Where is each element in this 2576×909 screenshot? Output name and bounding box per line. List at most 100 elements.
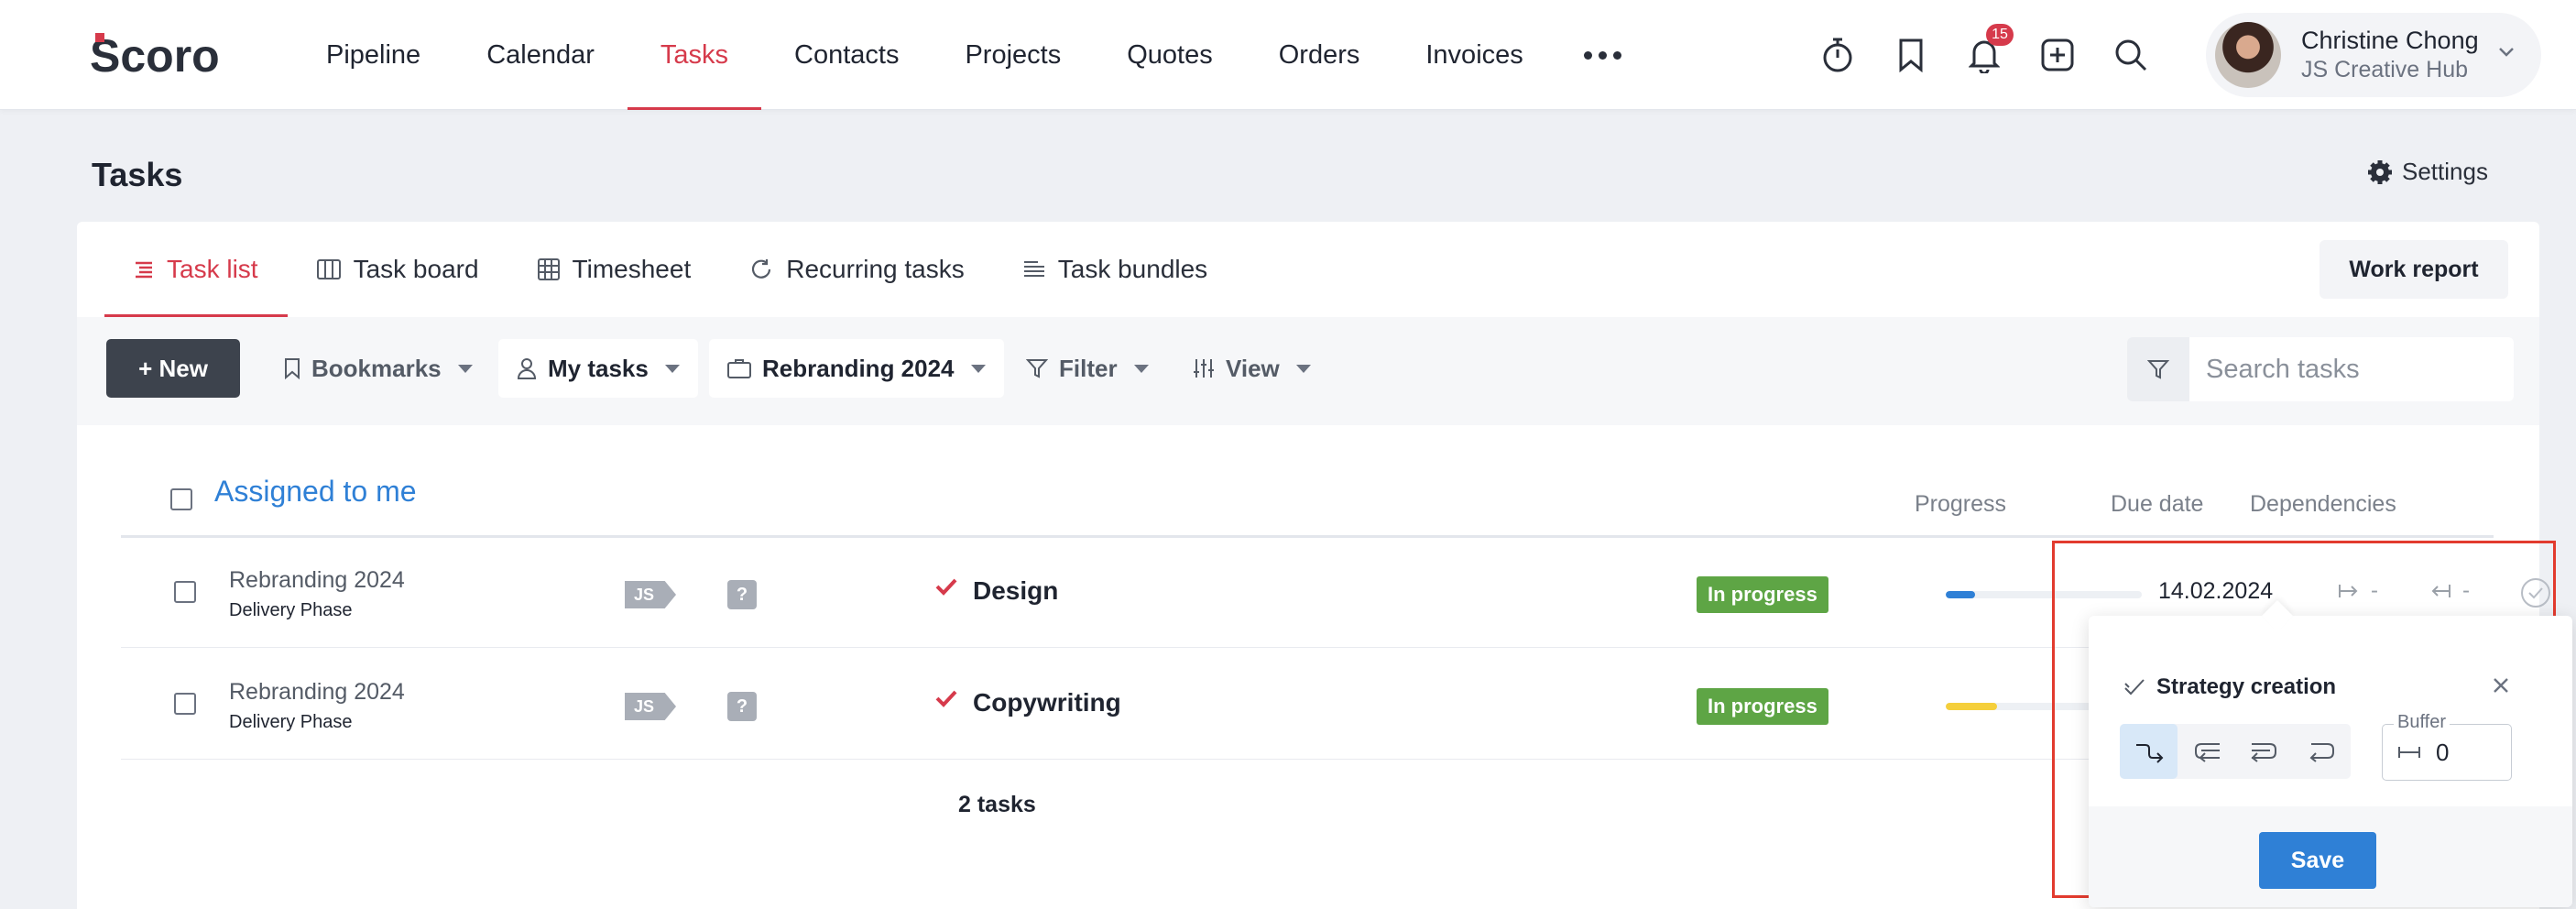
project-label: Rebranding 2024 (762, 354, 955, 382)
status-badge[interactable]: In progress (1697, 688, 1828, 725)
task-check-icon[interactable] (934, 688, 958, 710)
view-label: View (1226, 354, 1280, 382)
tab-label: Timesheet (572, 255, 692, 283)
my-tasks-dropdown[interactable]: My tasks (498, 339, 698, 398)
group-title[interactable]: Assigned to me (214, 475, 417, 509)
row-project[interactable]: Rebranding 2024 (229, 679, 405, 706)
avatar (2215, 22, 2281, 88)
group-header: Assigned to me Progress Due date Depende… (77, 462, 2539, 520)
bookmarks-label: Bookmarks (311, 354, 442, 382)
column-header-progress[interactable]: Progress (1915, 491, 2006, 518)
bookmark-icon[interactable] (1889, 33, 1933, 77)
settings-label: Settings (2402, 158, 2488, 185)
row-checkbox[interactable] (174, 693, 196, 715)
tab-label: Recurring tasks (786, 255, 965, 283)
tab-timesheet[interactable]: Timesheet (508, 222, 721, 317)
popover-title: Strategy creation (2123, 674, 2336, 700)
nav-invoices[interactable]: Invoices (1392, 0, 1555, 110)
add-icon[interactable] (2036, 33, 2079, 77)
dependency-type-selector (2120, 724, 2351, 779)
finish-to-start-icon[interactable] (2120, 724, 2178, 779)
search-filter-button[interactable] (2127, 337, 2189, 401)
search-input[interactable] (2189, 337, 2510, 401)
row-phase: Delivery Phase (229, 712, 353, 732)
project-dropdown[interactable]: Rebranding 2024 (709, 339, 1004, 398)
caret-down-icon (1133, 364, 1149, 373)
task-name[interactable]: Copywriting (973, 688, 1121, 717)
user-menu[interactable]: Christine Chong JS Creative Hub (2206, 13, 2541, 97)
row-checkbox[interactable] (174, 581, 196, 603)
tab-label: Task board (353, 255, 479, 283)
row-project[interactable]: Rebranding 2024 (229, 567, 405, 594)
close-icon[interactable] (2492, 676, 2510, 695)
tab-task-list[interactable]: Task list (104, 222, 288, 317)
notification-count-badge: 15 (1986, 24, 2014, 46)
chevron-down-icon (2499, 48, 2514, 57)
buffer-range-icon (2398, 747, 2420, 758)
nav-orders[interactable]: Orders (1246, 0, 1393, 110)
task-count: 2 tasks (958, 792, 1036, 817)
more-horizontal-icon[interactable] (1556, 0, 1649, 110)
my-tasks-label: My tasks (548, 354, 649, 382)
assignee-tag[interactable]: JS (625, 693, 676, 720)
refresh-icon (752, 259, 771, 279)
tab-task-bundles[interactable]: Task bundles (994, 222, 1237, 317)
sliders-icon (1194, 359, 1214, 378)
board-icon (316, 259, 341, 279)
search-icon[interactable] (2109, 33, 2153, 77)
bookmarks-dropdown[interactable]: Bookmarks (266, 339, 491, 398)
notification-bell-icon[interactable]: 15 (1962, 24, 2014, 77)
buffer-field[interactable]: Buffer 0 (2382, 712, 2512, 781)
timer-icon[interactable] (1816, 33, 1860, 77)
grid-icon (537, 258, 560, 280)
bookmark-icon (285, 358, 300, 379)
unknown-field-tag[interactable]: ? (727, 580, 757, 609)
caret-down-icon (970, 364, 986, 373)
caret-down-icon (457, 364, 473, 373)
nav-contacts[interactable]: Contacts (761, 0, 932, 110)
nav-quotes[interactable]: Quotes (1094, 0, 1246, 110)
buffer-value[interactable]: 0 (2436, 739, 2449, 767)
status-badge[interactable]: In progress (1697, 576, 1828, 613)
filter-icon (2147, 360, 2169, 379)
filter-label: Filter (1059, 354, 1118, 382)
column-header-dependencies[interactable]: Dependencies (2250, 491, 2396, 518)
tab-task-board[interactable]: Task board (288, 222, 508, 317)
settings-button[interactable]: Settings (2367, 158, 2488, 186)
nav-pipeline[interactable]: Pipeline (293, 0, 453, 110)
bundle-icon (1023, 261, 1044, 277)
list-icon (136, 261, 152, 279)
buffer-label: Buffer (2394, 712, 2450, 733)
tab-label: Task list (167, 255, 258, 283)
scoro-logo[interactable]: Scoro (90, 29, 240, 81)
popover-task-name: Strategy creation (2156, 674, 2337, 699)
view-dropdown[interactable]: View (1174, 339, 1329, 398)
select-all-checkbox[interactable] (170, 488, 192, 510)
nav-projects[interactable]: Projects (932, 0, 1094, 110)
finish-to-finish-icon[interactable] (2235, 724, 2293, 779)
caret-down-icon (1295, 364, 1311, 373)
search-box (2127, 337, 2514, 401)
save-button[interactable]: Save (2259, 832, 2376, 889)
nav-tasks[interactable]: Tasks (627, 0, 762, 110)
assignee-tag[interactable]: JS (625, 581, 676, 608)
task-check-icon[interactable] (934, 576, 958, 598)
column-header-due-date[interactable]: Due date (2111, 491, 2203, 518)
filter-dropdown[interactable]: Filter (1008, 339, 1167, 398)
dependency-popover: Strategy creation Buffer 0 Save (2089, 616, 2572, 907)
new-task-button[interactable]: + New (106, 339, 240, 398)
start-to-finish-icon[interactable] (2293, 724, 2351, 779)
work-report-button[interactable]: Work report (2319, 240, 2508, 299)
top-icons: 15 (1816, 24, 2153, 77)
user-organization: JS Creative Hub (2301, 57, 2469, 82)
main-nav: Pipeline Calendar Tasks Contacts Project… (293, 0, 1649, 110)
svg-text:Scoro: Scoro (90, 31, 220, 79)
top-navigation-bar: Scoro Pipeline Calendar Tasks Contacts P… (0, 0, 2576, 110)
nav-calendar[interactable]: Calendar (453, 0, 628, 110)
task-name[interactable]: Design (973, 576, 1058, 606)
view-tabs: Task list Task board Timesheet Recurring… (104, 222, 1237, 317)
row-phase: Delivery Phase (229, 600, 353, 620)
start-to-start-icon[interactable] (2178, 724, 2235, 779)
unknown-field-tag[interactable]: ? (727, 692, 757, 721)
tab-recurring-tasks[interactable]: Recurring tasks (720, 222, 994, 317)
